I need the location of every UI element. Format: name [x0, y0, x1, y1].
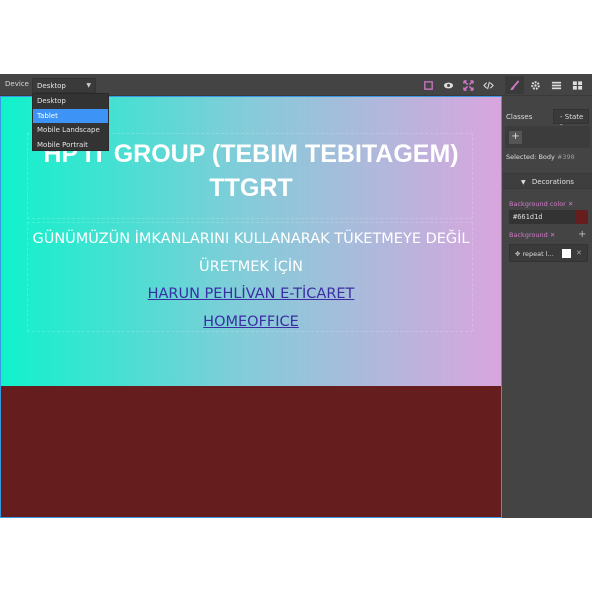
bg-color-label: Background color ✕ [509, 200, 573, 208]
decorations-label: Decorations [531, 178, 574, 186]
background-label-text: Background [509, 231, 548, 239]
device-select-value: Desktop [37, 82, 66, 90]
add-layer-button[interactable]: + [578, 229, 586, 240]
gear-icon [531, 80, 540, 90]
chevron-down-icon: ▼ [86, 82, 91, 89]
editor-canvas[interactable]: HP IT GROUP (TEBIM TEBITAGEM) TTGRT GÜNÜ… [0, 96, 502, 518]
device-option-desktop[interactable]: Desktop [33, 94, 108, 109]
clear-x-icon[interactable]: ✕ [550, 231, 555, 239]
bg-color-input[interactable]: #661d1d [509, 210, 588, 224]
layer-manager-button[interactable] [547, 76, 566, 94]
device-dropdown-menu: Desktop Tablet Mobile Landscape Mobile P… [32, 93, 109, 151]
code-icon [483, 81, 494, 89]
close-icon[interactable]: ✕ [576, 249, 582, 257]
toggle-borders-button[interactable] [419, 76, 438, 94]
device-select[interactable]: Desktop ▼ [32, 78, 96, 93]
preview-button[interactable] [439, 76, 458, 94]
style-panel: Classes - State - + Selected: Body #398 … [503, 96, 592, 518]
selected-label: Selected: [506, 153, 537, 161]
decorations-section-header[interactable]: ▼ Decorations [503, 173, 592, 189]
blocks-button[interactable] [568, 76, 587, 94]
device-option-mobile-portrait[interactable]: Mobile Portrait [33, 138, 108, 153]
caret-down-icon: ▼ [521, 179, 526, 186]
color-swatch[interactable] [576, 210, 588, 224]
square-outline-icon [424, 80, 433, 90]
device-option-tablet[interactable]: Tablet [33, 108, 108, 123]
style-manager-button[interactable] [505, 76, 524, 94]
selected-value: Body [538, 153, 555, 161]
device-label: Device [5, 80, 29, 88]
brush-icon [510, 79, 520, 90]
background-layer[interactable]: ✥ repeat l... ✕ [509, 244, 588, 262]
eye-icon [443, 82, 454, 88]
fullscreen-button[interactable] [459, 76, 478, 94]
selected-info: Selected: Body #398 [506, 153, 575, 161]
layers-icon [551, 81, 562, 89]
fullscreen-icon [463, 79, 474, 91]
link-homeoffice[interactable]: HOMEOFFICE [1, 314, 501, 330]
selected-id: #398 [556, 153, 575, 161]
clear-x-icon[interactable]: ✕ [568, 200, 573, 208]
device-option-mobile-landscape[interactable]: Mobile Landscape [33, 123, 108, 138]
bg-layer-label: repeat l... [522, 250, 554, 258]
background-label: Background ✕ [509, 231, 555, 239]
bg-color-label-text: Background color [509, 200, 566, 208]
view-code-button[interactable] [479, 76, 498, 94]
classes-label: Classes [506, 113, 533, 121]
hero-subtitle[interactable]: GÜNÜMÜZÜN İMKANLARINI KULLANARAK TÜKETME… [1, 225, 501, 281]
bg-layer-swatch [562, 249, 571, 258]
link-eticaret[interactable]: HARUN PEHLİVAN E-TİCARET [1, 286, 501, 302]
add-class-button[interactable]: + [509, 131, 522, 144]
blocks-icon [572, 80, 583, 90]
state-select[interactable]: - State - [553, 109, 589, 129]
drag-handle-icon[interactable]: ✥ [515, 250, 520, 258]
editor-window: Device Desktop ▼ HP IT GROUP (TEBIM TEBI… [0, 74, 592, 518]
bg-color-value: #661d1d [513, 213, 543, 221]
settings-button[interactable] [526, 76, 545, 94]
